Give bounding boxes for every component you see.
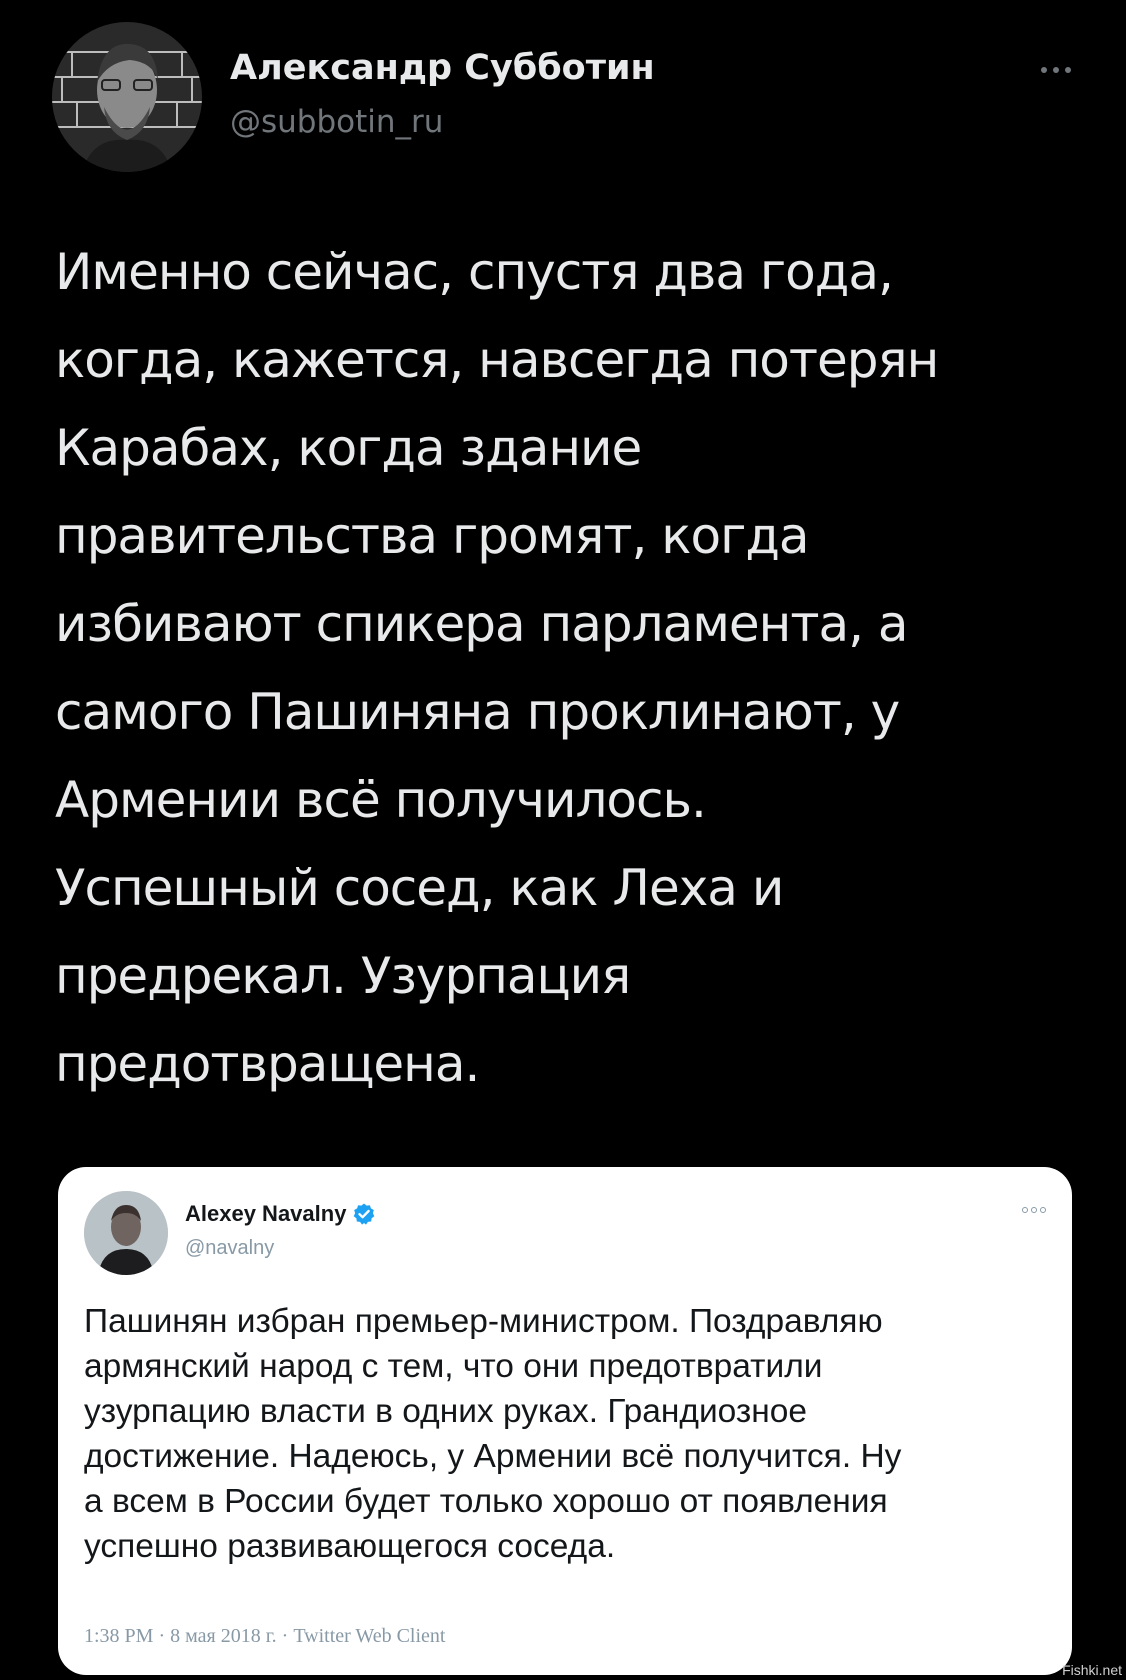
author-handle[interactable]: @subbotin_ru xyxy=(230,104,443,140)
quoted-author-name[interactable]: Alexey Navalny xyxy=(185,1201,346,1227)
author-avatar[interactable] xyxy=(52,22,202,172)
quoted-author-handle[interactable]: @navalny xyxy=(185,1237,274,1260)
verified-badge-icon xyxy=(354,1203,375,1225)
tweet-header: Александр Субботин @subbotin_ru xyxy=(52,22,1082,172)
quoted-tweet-meta: 1:38 PM · 8 мая 2018 г. · Twitter Web Cl… xyxy=(84,1625,446,1647)
person-photo-icon xyxy=(52,22,202,172)
quoted-author-avatar[interactable] xyxy=(84,1191,168,1275)
quoted-more-options-icon[interactable] xyxy=(1022,1207,1046,1213)
quoted-tweet-text: Пашинян избран премьер-министром. Поздра… xyxy=(84,1303,902,1565)
quoted-tweet-card[interactable]: Alexey Navalny @navalny Пашинян избран п… xyxy=(58,1167,1072,1675)
quoted-author-row: Alexey Navalny xyxy=(185,1201,376,1227)
tweet-text: Именно сейчас, спустя два года, когда, к… xyxy=(55,243,939,1093)
watermark: Fishki.net xyxy=(1062,1662,1122,1678)
more-options-icon[interactable] xyxy=(1034,60,1078,80)
person-photo-icon xyxy=(84,1191,168,1275)
author-name[interactable]: Александр Субботин xyxy=(230,48,655,88)
